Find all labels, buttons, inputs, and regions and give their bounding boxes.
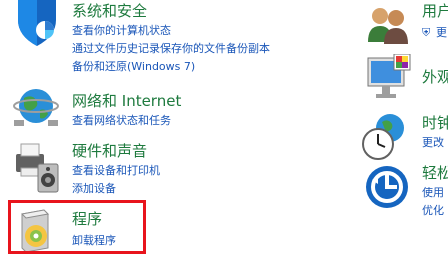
link-ease-use[interactable]: 使用 — [422, 186, 444, 200]
users-icon[interactable] — [366, 4, 416, 54]
category-title-network-internet[interactable]: 网络和 Internet — [72, 92, 181, 110]
link-add-device[interactable]: 添加设备 — [72, 182, 116, 196]
printer-speaker-icon[interactable] — [12, 140, 62, 193]
link-file-history-backup[interactable]: 通过文件历史记录保存你的文件备份副本 — [72, 42, 270, 56]
link-view-network-status[interactable]: 查看网络状态和任务 — [72, 114, 171, 128]
category-title-user-accounts[interactable]: 用户 — [422, 2, 448, 20]
clock-globe-icon[interactable] — [362, 112, 412, 162]
link-view-computer-status[interactable]: 查看你的计算机状态 — [72, 24, 171, 38]
shield-small-icon: ⛨ — [422, 26, 431, 39]
category-title-ease-of-access[interactable]: 轻松 — [422, 164, 448, 182]
link-devices-printers[interactable]: 查看设备和打印机 — [72, 164, 160, 178]
network-globe-icon[interactable] — [12, 86, 62, 136]
ease-of-access-icon[interactable] — [364, 164, 414, 214]
control-panel-categories: 系统和安全 查看你的计算机状态 通过文件历史记录保存你的文件备份副本 备份和还原… — [0, 0, 448, 260]
category-title-clock-region[interactable]: 时钟 — [422, 114, 448, 132]
highlight-box-programs — [8, 200, 146, 254]
category-title-system-security[interactable]: 系统和安全 — [72, 2, 147, 20]
link-backup-restore[interactable]: 备份和还原(Windows 7) — [72, 60, 195, 74]
link-user-accounts-change[interactable]: 更 — [436, 26, 447, 40]
link-ease-optimize[interactable]: 优化 — [422, 204, 444, 218]
category-title-appearance[interactable]: 外观 — [422, 68, 448, 86]
shield-icon[interactable] — [12, 0, 62, 50]
link-clock-change[interactable]: 更改 — [422, 136, 444, 150]
category-title-hardware-sound[interactable]: 硬件和声音 — [72, 142, 147, 160]
monitor-appearance-icon[interactable] — [366, 53, 416, 104]
